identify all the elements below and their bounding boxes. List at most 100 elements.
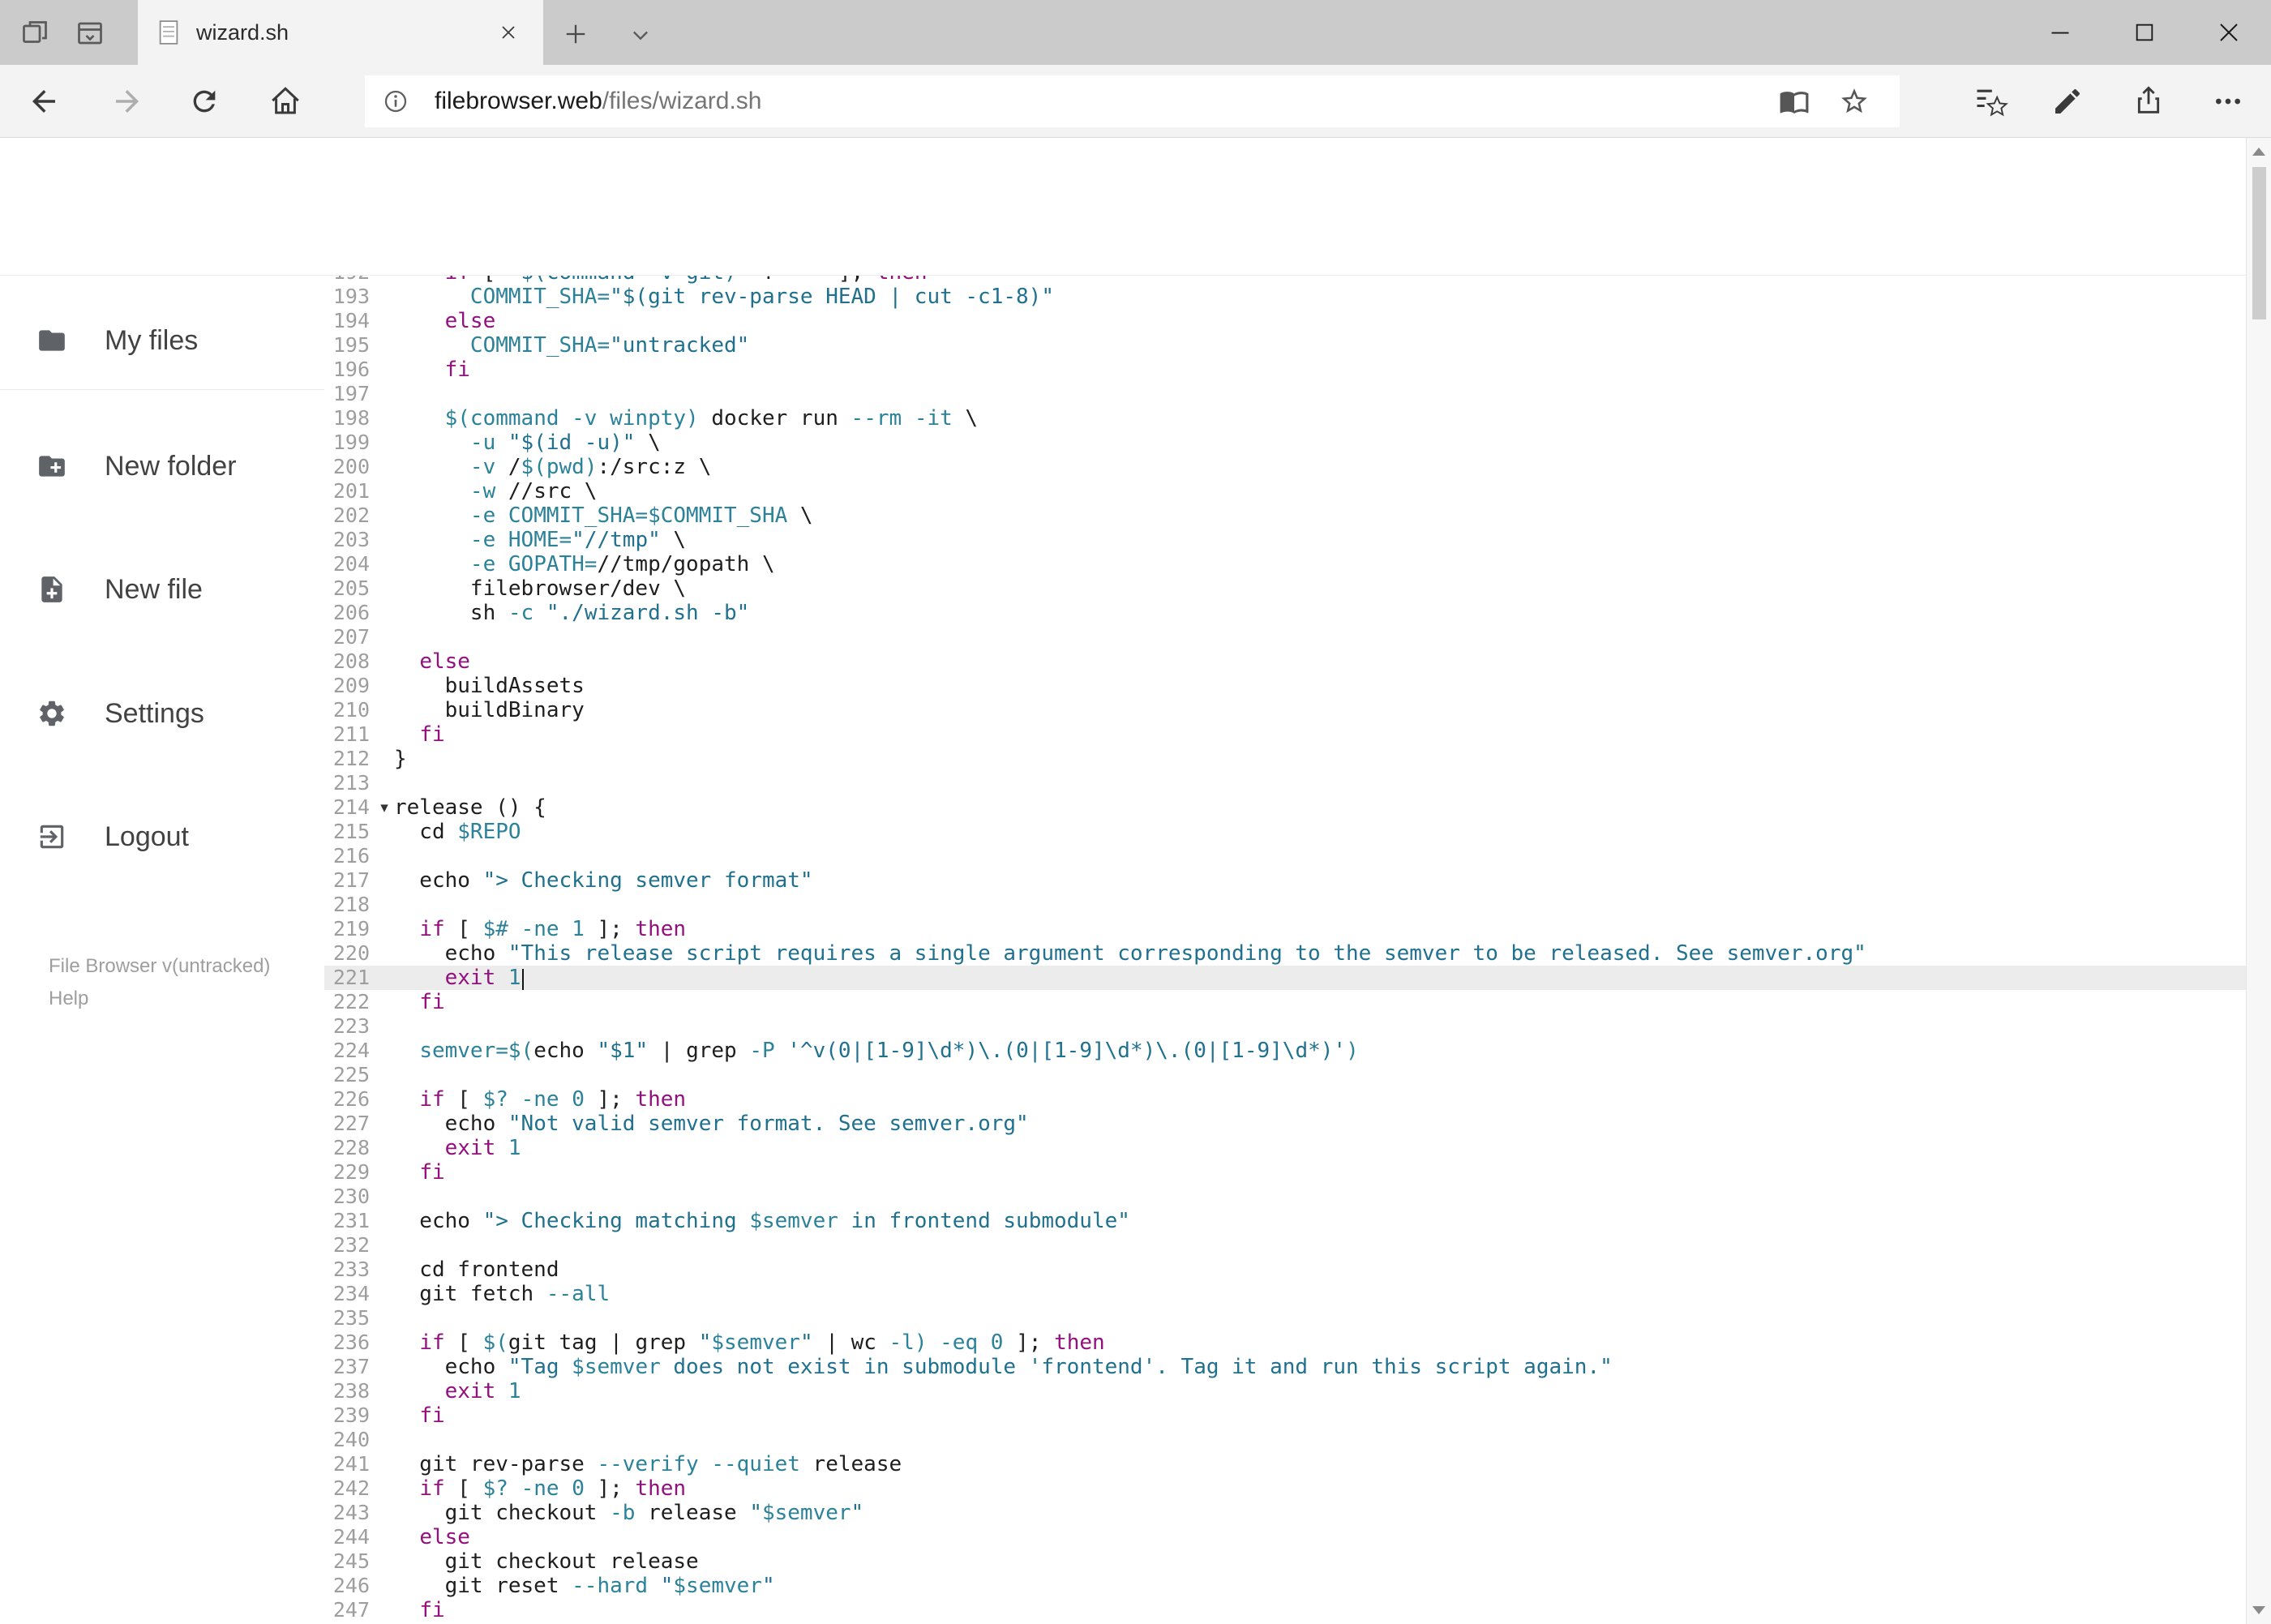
code-line[interactable]: 207 (324, 625, 2246, 649)
code-line[interactable]: 193 COMMIT_SHA="$(git rev-parse HEAD | c… (324, 285, 2246, 309)
code-line[interactable]: 221 exit 1 (324, 966, 2246, 990)
more-menu-icon[interactable] (2209, 82, 2247, 121)
code-line[interactable]: 234 git fetch --all (324, 1282, 2246, 1306)
scroll-down-arrow-icon[interactable] (2247, 1598, 2271, 1622)
code-line[interactable]: 219 if [ $# -ne 1 ]; then (324, 917, 2246, 941)
code-text[interactable]: echo "> Checking matching $semver in fro… (394, 1209, 1130, 1233)
code-line[interactable]: 200 -v /$(pwd):/src:z \ (324, 455, 2246, 479)
code-line[interactable]: 226 if [ $? -ne 0 ]; then (324, 1087, 2246, 1112)
code-line[interactable]: 236 if [ $(git tag | grep "$semver" | wc… (324, 1330, 2246, 1355)
code-line[interactable]: 208 else (324, 649, 2246, 674)
code-line[interactable]: 203 -e HOME="//tmp" \ (324, 528, 2246, 552)
code-text[interactable]: exit 1 (394, 1379, 521, 1403)
code-text[interactable]: exit 1 (394, 966, 524, 990)
code-text[interactable]: release () { (394, 795, 546, 820)
code-text[interactable]: -e GOPATH=//tmp/gopath \ (394, 552, 775, 576)
code-line[interactable]: 196 fi (324, 358, 2246, 382)
code-text[interactable]: -v /$(pwd):/src:z \ (394, 455, 711, 479)
code-line[interactable]: 243 git checkout -b release "$semver" (324, 1501, 2246, 1525)
code-line[interactable]: 198 $(command -v winpty) docker run --rm… (324, 406, 2246, 431)
code-line[interactable]: 217 echo "> Checking semver format" (324, 868, 2246, 893)
code-text[interactable]: if [ $? -ne 0 ]; then (394, 1087, 686, 1112)
maximize-button[interactable] (2102, 0, 2187, 65)
set-tabs-aside-icon[interactable] (73, 16, 107, 50)
code-line[interactable]: 231 echo "> Checking matching $semver in… (324, 1209, 2246, 1233)
code-text[interactable]: fi (394, 990, 444, 1014)
code-line[interactable]: 223 (324, 1014, 2246, 1039)
code-line[interactable]: 199 -u "$(id -u)" \ (324, 431, 2246, 455)
code-text[interactable]: buildAssets (394, 674, 585, 698)
code-text[interactable]: COMMIT_SHA="untracked" (394, 333, 749, 358)
url-text[interactable]: filebrowser.web/files/wizard.sh (435, 88, 762, 115)
code-text[interactable]: fi (394, 722, 444, 747)
code-text[interactable]: if [ $(git tag | grep "$semver" | wc -l)… (394, 1330, 1104, 1355)
code-text[interactable]: if [ $# -ne 1 ]; then (394, 917, 686, 941)
code-line[interactable]: 192 if [ "$(command -v git)" != "" ]; th… (324, 276, 2246, 285)
code-line[interactable]: 201 -w //src \ (324, 479, 2246, 503)
code-text[interactable]: COMMIT_SHA="$(git rev-parse HEAD | cut -… (394, 285, 1054, 309)
code-line[interactable]: 202 -e COMMIT_SHA=$COMMIT_SHA \ (324, 503, 2246, 528)
code-line[interactable]: 240 (324, 1428, 2246, 1452)
code-line[interactable]: 220 echo "This release script requires a… (324, 941, 2246, 966)
sidebar-item-new-file[interactable]: New file (0, 549, 324, 630)
code-text[interactable]: sh -c "./wizard.sh -b" (394, 601, 749, 625)
code-text[interactable]: else (394, 649, 470, 674)
add-favorite-star-icon[interactable] (1836, 84, 1872, 119)
code-line[interactable]: 194 else (324, 309, 2246, 333)
code-line[interactable]: 222 fi (324, 990, 2246, 1014)
sidebar-item-logout[interactable]: Logout (0, 796, 324, 877)
code-line[interactable]: 212} (324, 747, 2246, 771)
code-line[interactable]: 206 sh -c "./wizard.sh -b" (324, 601, 2246, 625)
code-line[interactable]: 204 -e GOPATH=//tmp/gopath \ (324, 552, 2246, 576)
code-text[interactable]: git rev-parse --verify --quiet release (394, 1452, 902, 1476)
code-line[interactable]: 235 (324, 1306, 2246, 1330)
code-line[interactable]: 213 (324, 771, 2246, 795)
code-line[interactable]: 210 buildBinary (324, 698, 2246, 722)
code-text[interactable]: else (394, 309, 496, 333)
code-text[interactable]: buildBinary (394, 698, 585, 722)
code-text[interactable]: echo "Not valid semver format. See semve… (394, 1112, 1029, 1136)
code-line[interactable]: 214 ▾ release () { (324, 795, 2246, 820)
code-text[interactable]: echo "This release script requires a sin… (394, 941, 1866, 966)
code-line[interactable]: 230 (324, 1185, 2246, 1209)
code-text[interactable]: git reset --hard "$semver" (394, 1574, 775, 1598)
code-line[interactable]: 237 echo "Tag $semver does not exist in … (324, 1355, 2246, 1379)
tab-close-icon[interactable] (495, 19, 522, 46)
scroll-up-arrow-icon[interactable] (2247, 139, 2271, 164)
code-line[interactable]: 228 exit 1 (324, 1136, 2246, 1160)
code-line[interactable]: 233 cd frontend (324, 1258, 2246, 1282)
close-button[interactable] (2187, 0, 2271, 65)
page-scrollbar[interactable] (2246, 138, 2271, 1624)
code-line[interactable]: 246 git reset --hard "$semver" (324, 1574, 2246, 1598)
code-text[interactable]: echo "> Checking semver format" (394, 868, 812, 893)
forward-button[interactable] (108, 82, 147, 121)
home-button[interactable] (266, 82, 305, 121)
back-button[interactable] (24, 82, 63, 121)
code-text[interactable]: -e HOME="//tmp" \ (394, 528, 686, 552)
code-text[interactable]: $(command -v winpty) docker run --rm -it… (394, 406, 978, 431)
code-line[interactable]: 247 fi (324, 1598, 2246, 1622)
code-line[interactable]: 238 exit 1 (324, 1379, 2246, 1403)
code-text[interactable]: fi (394, 358, 470, 382)
code-text[interactable]: filebrowser/dev \ (394, 576, 686, 601)
code-line[interactable]: 215 cd $REPO (324, 820, 2246, 844)
refresh-button[interactable] (185, 82, 224, 121)
code-line[interactable]: 224 semver=$(echo "$1" | grep -P '^v(0|[… (324, 1039, 2246, 1063)
code-text[interactable]: fi (394, 1403, 444, 1428)
code-text[interactable]: -u "$(id -u)" \ (394, 431, 661, 455)
code-text[interactable]: cd frontend (394, 1258, 559, 1282)
code-text[interactable]: -e COMMIT_SHA=$COMMIT_SHA \ (394, 503, 813, 528)
code-text[interactable]: git checkout release (394, 1549, 699, 1574)
code-text[interactable]: if [ "$(command -v git)" != "" ]; then (394, 276, 928, 285)
scrollbar-thumb[interactable] (2252, 167, 2266, 319)
code-line[interactable]: 229 fi (324, 1160, 2246, 1185)
code-line[interactable]: 225 (324, 1063, 2246, 1087)
code-text[interactable]: cd $REPO (394, 820, 521, 844)
code-text[interactable]: } (394, 747, 407, 771)
sidebar-item-new-folder[interactable]: New folder (0, 426, 324, 507)
sidebar-item-my-files[interactable]: My files (0, 300, 324, 381)
address-bar[interactable]: filebrowser.web/files/wizard.sh (365, 75, 1900, 127)
code-text[interactable]: exit 1 (394, 1136, 521, 1160)
code-line[interactable]: 232 (324, 1233, 2246, 1258)
minimize-button[interactable] (2018, 0, 2102, 65)
